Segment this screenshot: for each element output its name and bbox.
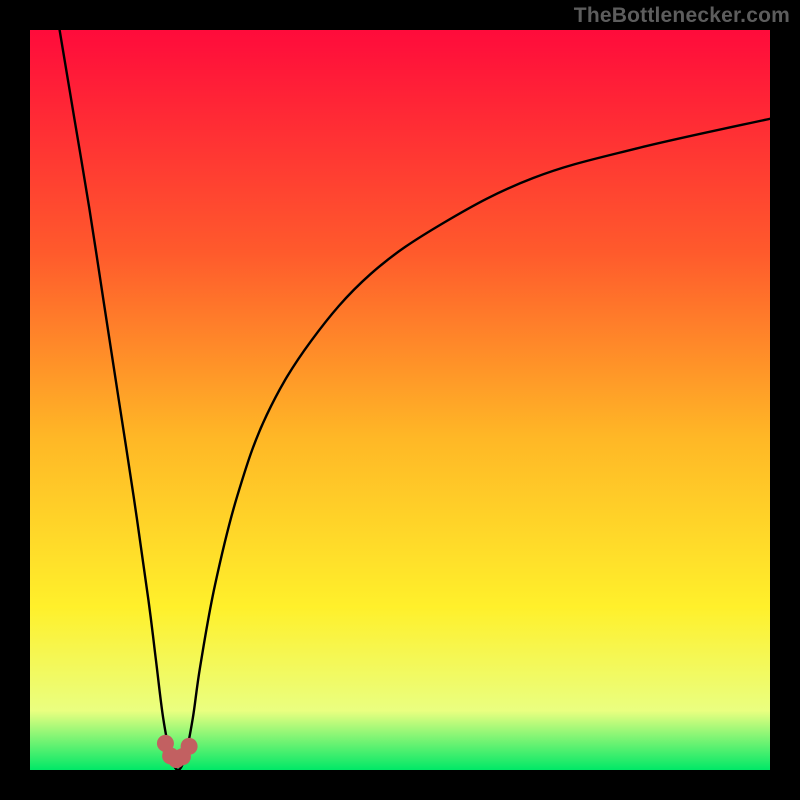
plot-area: [30, 30, 770, 770]
watermark-text: TheBottlenecker.com: [574, 4, 790, 28]
gradient-background: [30, 30, 770, 770]
chart-svg: [30, 30, 770, 770]
chart-frame: TheBottlenecker.com: [0, 0, 800, 800]
